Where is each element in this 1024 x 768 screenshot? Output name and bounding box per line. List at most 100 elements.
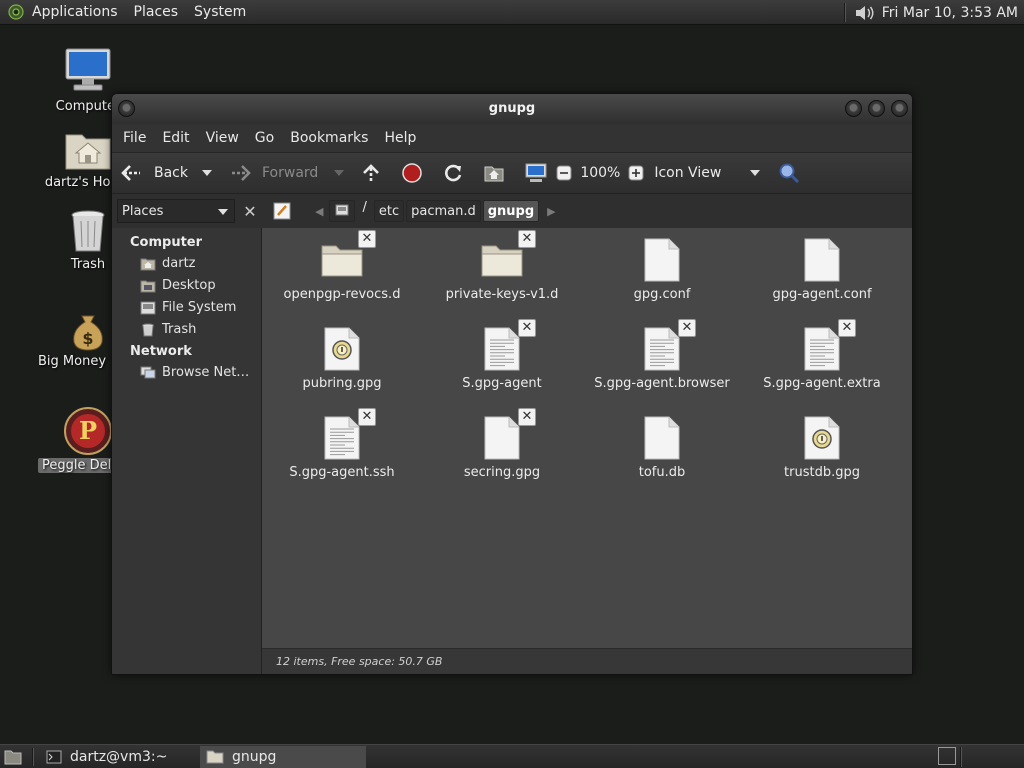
path-root-button[interactable]	[329, 200, 356, 222]
sidebar-item-label: dartz	[162, 256, 196, 271]
file-item[interactable]: trustdb.gpg	[742, 412, 902, 501]
document-icon: ✕	[318, 408, 376, 464]
sidebar-item-trash[interactable]: Trash	[112, 320, 261, 342]
back-button[interactable]: Back	[120, 162, 188, 184]
file-item[interactable]: pubring.gpg	[262, 323, 422, 412]
home-folder-icon	[65, 134, 111, 170]
view-mode-dropdown-arrow[interactable]	[750, 170, 761, 176]
view-mode-label: Icon View	[654, 165, 722, 181]
trash-icon	[71, 210, 105, 252]
folder-icon: ✕	[478, 230, 536, 286]
window-title: gnupg	[488, 101, 536, 116]
taskbar-item-terminal[interactable]: dartz@vm3:~	[40, 746, 200, 768]
file-item[interactable]: ✕ S.gpg-agent.extra	[742, 319, 902, 412]
sidebar-item-label: Trash	[162, 322, 197, 337]
minimize-button[interactable]	[845, 100, 862, 117]
file-item[interactable]: ✕ private-keys-v1.d	[422, 230, 582, 323]
reload-icon[interactable]	[442, 162, 464, 184]
file-item[interactable]: ✕ secring.gpg	[422, 408, 582, 501]
path-scroll-left-icon[interactable]: ◀	[309, 205, 329, 218]
file-item[interactable]: ✕ S.gpg-agent.ssh	[262, 408, 422, 501]
window-menu-button[interactable]	[118, 100, 135, 117]
trash-icon	[142, 323, 154, 336]
system-menu[interactable]: System	[186, 0, 254, 25]
forward-button[interactable]: Forward	[228, 162, 318, 184]
panel-separator	[843, 3, 846, 22]
sidebar-item-label: File System	[162, 300, 237, 315]
sidebar-item-label: Browse Net…	[162, 365, 250, 380]
path-scroll-right-icon[interactable]: ▶	[541, 205, 561, 218]
sidebar-item-dartz[interactable]: dartz	[112, 254, 261, 276]
desktop-folder-icon	[140, 280, 156, 292]
view-mode-select[interactable]: Icon View	[654, 165, 754, 181]
taskbar-item-gnupg[interactable]: gnupg	[200, 745, 366, 768]
window-titlebar[interactable]: gnupg	[112, 94, 912, 124]
path-etc[interactable]: etc	[373, 200, 405, 222]
svg-text:P: P	[79, 416, 97, 445]
file-item[interactable]: tofu.db	[582, 412, 742, 501]
no-access-emblem-icon: ✕	[838, 319, 856, 337]
chevron-down-icon	[218, 209, 228, 215]
computer-icon[interactable]	[524, 162, 548, 184]
show-desktop-icon[interactable]	[4, 748, 22, 766]
document-icon: ✕	[478, 319, 536, 375]
up-arrow-icon[interactable]	[360, 162, 382, 184]
sidebar-item-file-system[interactable]: File System	[112, 298, 261, 320]
location-row: Places ✕ ◀ / etc pacman.d gnupg ▶	[112, 194, 912, 228]
no-access-emblem-icon: ✕	[358, 230, 376, 248]
breadcrumb: ◀ / etc pacman.d gnupg ▶	[271, 194, 562, 228]
sidebar-item-desktop[interactable]: Desktop	[112, 276, 261, 298]
document-icon: ✕	[638, 319, 696, 375]
menu-help[interactable]: Help	[376, 130, 424, 146]
document-icon: ✕	[478, 408, 536, 464]
search-icon[interactable]	[778, 162, 800, 184]
file-item[interactable]: ✕ S.gpg-agent.browser	[582, 319, 742, 412]
path-gnupg[interactable]: gnupg	[482, 200, 540, 222]
path-pacman-d[interactable]: pacman.d	[406, 200, 481, 222]
forward-history-dropdown[interactable]	[334, 170, 345, 176]
workspace-1[interactable]	[938, 747, 956, 765]
close-button[interactable]	[891, 100, 908, 117]
applications-menu-icon[interactable]	[8, 4, 24, 20]
applications-menu[interactable]: Applications	[24, 0, 126, 25]
file-name: S.gpg-agent.ssh	[289, 465, 395, 480]
menu-file[interactable]: File	[115, 130, 154, 146]
network-icon	[140, 366, 156, 378]
close-side-pane-button[interactable]: ✕	[239, 200, 261, 222]
sidebar-header-computer: Computer	[130, 235, 203, 250]
clock[interactable]: Fri Mar 10, 3:53 AM	[882, 5, 1020, 21]
folder-icon	[206, 750, 224, 763]
file-item[interactable]: ✕ openpgp-revocs.d	[262, 230, 422, 323]
panel-separator	[32, 747, 34, 766]
menu-go[interactable]: Go	[247, 130, 282, 146]
back-label: Back	[154, 165, 188, 181]
file-view[interactable]: ✕ openpgp-revocs.d ✕ private-keys-v1.d gpg.c…	[262, 228, 912, 674]
document-icon	[638, 234, 686, 286]
side-pane-selector[interactable]: Places	[117, 199, 235, 223]
edit-location-icon[interactable]	[271, 200, 293, 222]
sidebar-item-label: Desktop	[162, 278, 216, 293]
file-item[interactable]: ✕ S.gpg-agent	[422, 319, 582, 412]
key-file-icon	[798, 412, 846, 464]
places-menu[interactable]: Places	[126, 0, 187, 25]
sidebar-item-browse-network[interactable]: Browse Net…	[112, 363, 261, 385]
file-name: secring.gpg	[463, 465, 541, 480]
maximize-button[interactable]	[868, 100, 885, 117]
volume-icon[interactable]	[854, 3, 876, 23]
zoom-in-button[interactable]	[628, 165, 644, 181]
svg-text:$: $	[82, 329, 93, 348]
stop-icon[interactable]	[401, 162, 423, 184]
menu-view[interactable]: View	[198, 130, 247, 146]
taskbar-item-label: dartz@vm3:~	[70, 748, 168, 765]
file-item[interactable]: gpg-agent.conf	[742, 234, 902, 323]
zoom-out-button[interactable]	[556, 165, 572, 181]
menu-bookmarks[interactable]: Bookmarks	[282, 130, 376, 146]
file-item[interactable]: gpg.conf	[582, 234, 742, 323]
menu-edit[interactable]: Edit	[154, 130, 197, 146]
home-icon[interactable]	[483, 162, 505, 184]
icon-grid: ✕ openpgp-revocs.d ✕ private-keys-v1.d gpg.c…	[262, 228, 910, 501]
back-history-dropdown[interactable]	[202, 170, 212, 176]
folder-icon: ✕	[318, 230, 376, 286]
no-access-emblem-icon: ✕	[518, 230, 536, 248]
zoom-level: 100%	[580, 165, 621, 181]
